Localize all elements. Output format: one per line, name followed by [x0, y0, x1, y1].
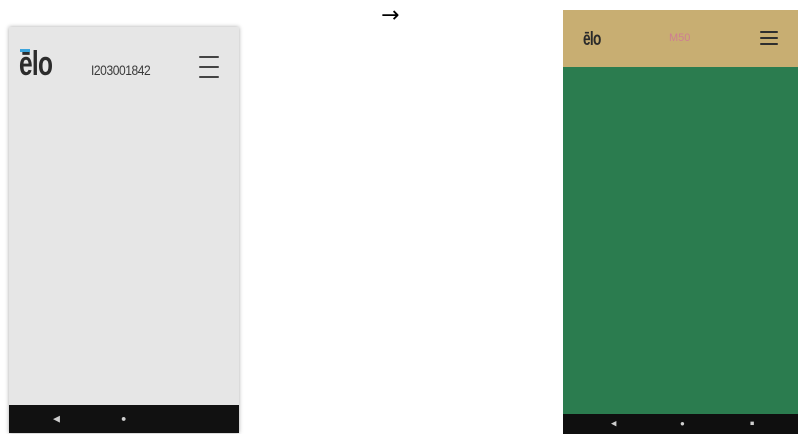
- home-circle-icon[interactable]: ●: [680, 420, 685, 428]
- phone-before: ēlo I203001842 ◀ ●: [9, 27, 239, 433]
- back-triangle-icon[interactable]: ◀: [53, 414, 60, 424]
- transition-arrow: →: [381, 3, 400, 28]
- app-header: ēlo I203001842: [9, 27, 239, 97]
- comparison-page: ēlo I203001842 ◀ ● → ēlo M50 ◀ ● ■: [0, 0, 798, 434]
- hamburger-menu-icon[interactable]: [760, 31, 778, 45]
- recent-square-icon[interactable]: ■: [750, 421, 754, 428]
- device-serial: I203001842: [91, 62, 151, 78]
- device-model-title: M50: [669, 32, 691, 44]
- hamburger-menu-icon[interactable]: [199, 56, 219, 78]
- android-nav-bar: ◀ ● ■: [563, 414, 798, 434]
- phone-after: ēlo M50 ◀ ● ■: [563, 10, 798, 434]
- android-nav-bar: ◀ ●: [9, 405, 239, 433]
- elo-logo: ēlo: [583, 29, 601, 50]
- back-triangle-icon[interactable]: ◀: [611, 421, 616, 428]
- app-header: ēlo M50: [563, 10, 798, 67]
- elo-logo: ēlo: [19, 45, 53, 83]
- home-circle-icon[interactable]: ●: [121, 414, 126, 424]
